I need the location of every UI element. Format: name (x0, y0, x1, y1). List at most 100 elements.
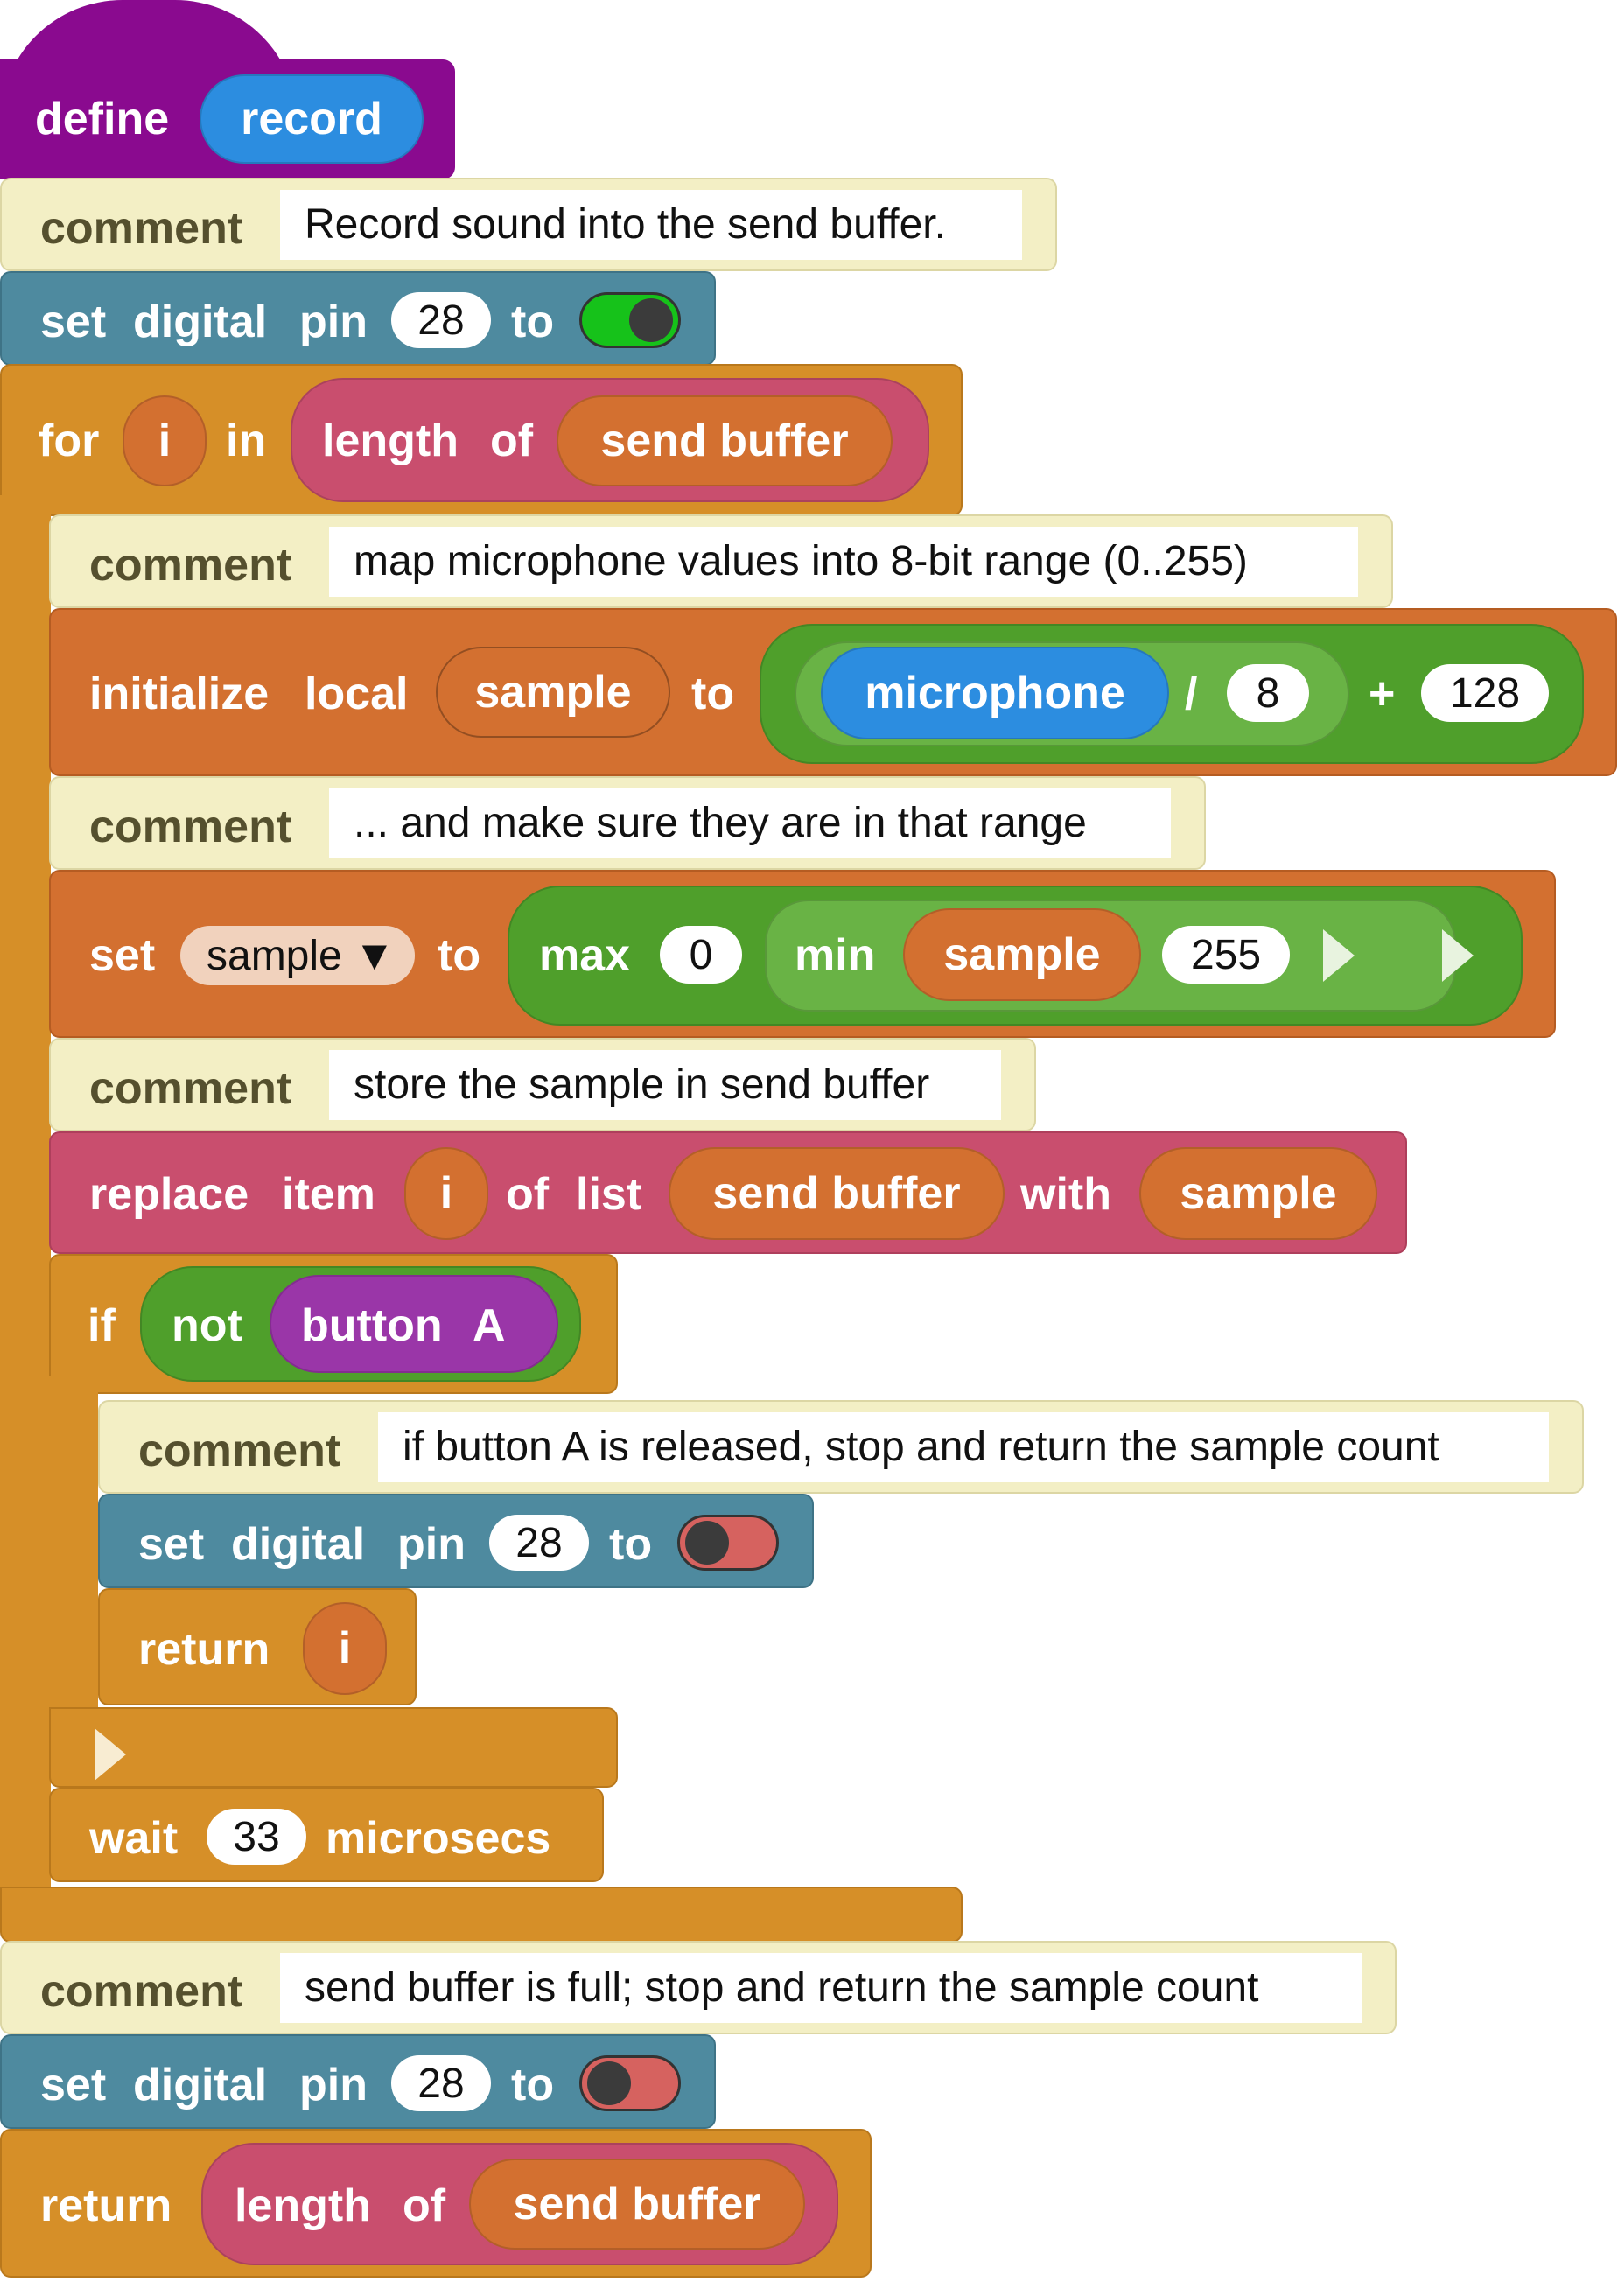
divide-symbol: / (1185, 668, 1198, 719)
of-keyword: of (490, 416, 534, 466)
set-digital-pin-block[interactable]: set digital pin 28 to (0, 271, 716, 366)
replace-item-block[interactable]: replace item i of list send buffer with … (49, 1131, 1407, 1254)
min-keyword: min (795, 930, 876, 981)
comment-text[interactable]: map microphone values into 8-bit range (… (329, 527, 1358, 597)
define-keyword: define (35, 94, 170, 144)
digital-keyword: digital (133, 2060, 268, 2110)
toggle-knob (629, 298, 673, 342)
set-keyword: set (40, 297, 107, 347)
initialize-keyword: initialize (89, 668, 270, 719)
comment-keyword: comment (40, 1966, 243, 2017)
to-keyword: to (438, 930, 481, 981)
set-keyword: set (138, 1519, 205, 1570)
button-name: A (473, 1300, 506, 1351)
comment-text[interactable]: Record sound into the send buffer. (280, 190, 1022, 260)
comment-text[interactable]: store the sample in send buffer (329, 1050, 1001, 1120)
pin-toggle-off[interactable] (677, 1515, 779, 1571)
divisor-input[interactable]: 8 (1227, 664, 1309, 722)
in-keyword: in (226, 416, 267, 466)
button-keyword: button (301, 1300, 443, 1351)
comment-block[interactable]: comment if button A is released, stop an… (98, 1400, 1584, 1494)
toggle-knob (685, 1521, 729, 1564)
pin-number-input[interactable]: 28 (489, 1515, 589, 1571)
list-name-pill[interactable]: send buffer (469, 2159, 805, 2250)
max-expand-arrow[interactable] (1442, 929, 1474, 982)
set-digital-pin-block[interactable]: set digital pin 28 to (98, 1494, 814, 1588)
set-keyword: set (40, 2060, 107, 2110)
loop-var-pill[interactable]: i (123, 396, 207, 486)
comment-text[interactable]: if button A is released, stop and return… (378, 1412, 1549, 1482)
local-keyword: local (305, 668, 409, 719)
if-keyword: if (88, 1300, 116, 1351)
comment-keyword: comment (89, 802, 292, 852)
not-keyword: not (172, 1300, 242, 1351)
to-keyword: to (691, 668, 735, 719)
with-keyword: with (1020, 1169, 1111, 1220)
item-keyword: item (282, 1169, 375, 1220)
comment-block[interactable]: comment store the sample in send buffer (49, 1038, 1036, 1131)
comment-block[interactable]: comment map microphone values into 8-bit… (49, 514, 1393, 608)
toggle-knob (587, 2062, 631, 2105)
comment-text[interactable]: ... and make sure they are in that range (329, 788, 1171, 858)
pin-toggle-off[interactable] (579, 2055, 681, 2111)
pin-toggle-on[interactable] (579, 292, 681, 348)
define-hat-block[interactable]: define record (0, 0, 455, 179)
comment-block[interactable]: comment ... and make sure they are in th… (49, 776, 1206, 870)
to-keyword: to (511, 2060, 555, 2110)
to-keyword: to (511, 297, 555, 347)
set-keyword: set (89, 930, 156, 981)
comment-keyword: comment (40, 203, 243, 254)
return-var-pill[interactable]: i (303, 1602, 387, 1695)
for-keyword: for (39, 416, 100, 466)
length-keyword: length (322, 416, 459, 466)
pin-keyword: pin (397, 1519, 466, 1570)
if-footer (49, 1707, 618, 1788)
variable-dropdown[interactable]: sample ▼ (180, 926, 415, 985)
index-pill[interactable]: i (404, 1147, 488, 1240)
microphone-sensor-pill[interactable]: microphone (821, 647, 1169, 739)
wait-value-input[interactable]: 33 (207, 1809, 306, 1865)
offset-input[interactable]: 128 (1421, 664, 1549, 722)
digital-keyword: digital (133, 297, 268, 347)
wait-keyword: wait (89, 1813, 179, 1864)
replace-keyword: replace (89, 1169, 249, 1220)
max-keyword: max (539, 930, 631, 981)
if-expand-arrow[interactable] (95, 1728, 126, 1781)
if-spine (49, 1376, 98, 1744)
length-keyword: length (235, 2180, 371, 2231)
local-var-pill[interactable]: sample (436, 647, 670, 738)
return-block[interactable]: return i (98, 1588, 417, 1705)
pin-number-input[interactable]: 28 (391, 292, 491, 348)
pin-number-input[interactable]: 28 (391, 2055, 491, 2111)
list-keyword: list (576, 1169, 642, 1220)
pin-keyword: pin (299, 297, 368, 347)
comment-text[interactable]: send buffer is full; stop and return the… (280, 1953, 1362, 2023)
min-arg-input[interactable]: 255 (1162, 926, 1290, 984)
of-keyword: of (506, 1169, 550, 1220)
function-name-pill[interactable]: record (200, 74, 424, 164)
of-keyword: of (403, 2180, 446, 2231)
return-keyword: return (40, 2180, 172, 2231)
min-var-pill[interactable]: sample (903, 908, 1141, 1001)
comment-keyword: comment (89, 540, 292, 591)
list-name-pill[interactable]: send buffer (557, 396, 893, 486)
value-var-pill[interactable]: sample (1139, 1147, 1377, 1240)
max-arg-input[interactable]: 0 (660, 926, 742, 984)
pin-keyword: pin (299, 2060, 368, 2110)
comment-block[interactable]: comment send buffer is full; stop and re… (0, 1941, 1397, 2034)
to-keyword: to (609, 1519, 653, 1570)
return-keyword: return (138, 1624, 270, 1675)
return-block[interactable]: return length of send buffer (0, 2129, 872, 2278)
for-loop-footer (0, 1886, 963, 1942)
comment-keyword: comment (89, 1063, 292, 1114)
set-variable-block[interactable]: set sample ▼ to max 0 min sample 255 (49, 870, 1556, 1038)
list-name-pill[interactable]: send buffer (669, 1147, 1005, 1240)
plus-symbol: + (1369, 668, 1396, 719)
wait-block[interactable]: wait 33 microsecs (49, 1788, 604, 1882)
initialize-local-block[interactable]: initialize local sample to microphone / … (49, 608, 1617, 776)
comment-keyword: comment (138, 1425, 341, 1476)
min-expand-arrow[interactable] (1323, 929, 1355, 982)
set-digital-pin-block[interactable]: set digital pin 28 to (0, 2034, 716, 2129)
digital-keyword: digital (231, 1519, 366, 1570)
comment-block[interactable]: comment Record sound into the send buffe… (0, 178, 1057, 271)
